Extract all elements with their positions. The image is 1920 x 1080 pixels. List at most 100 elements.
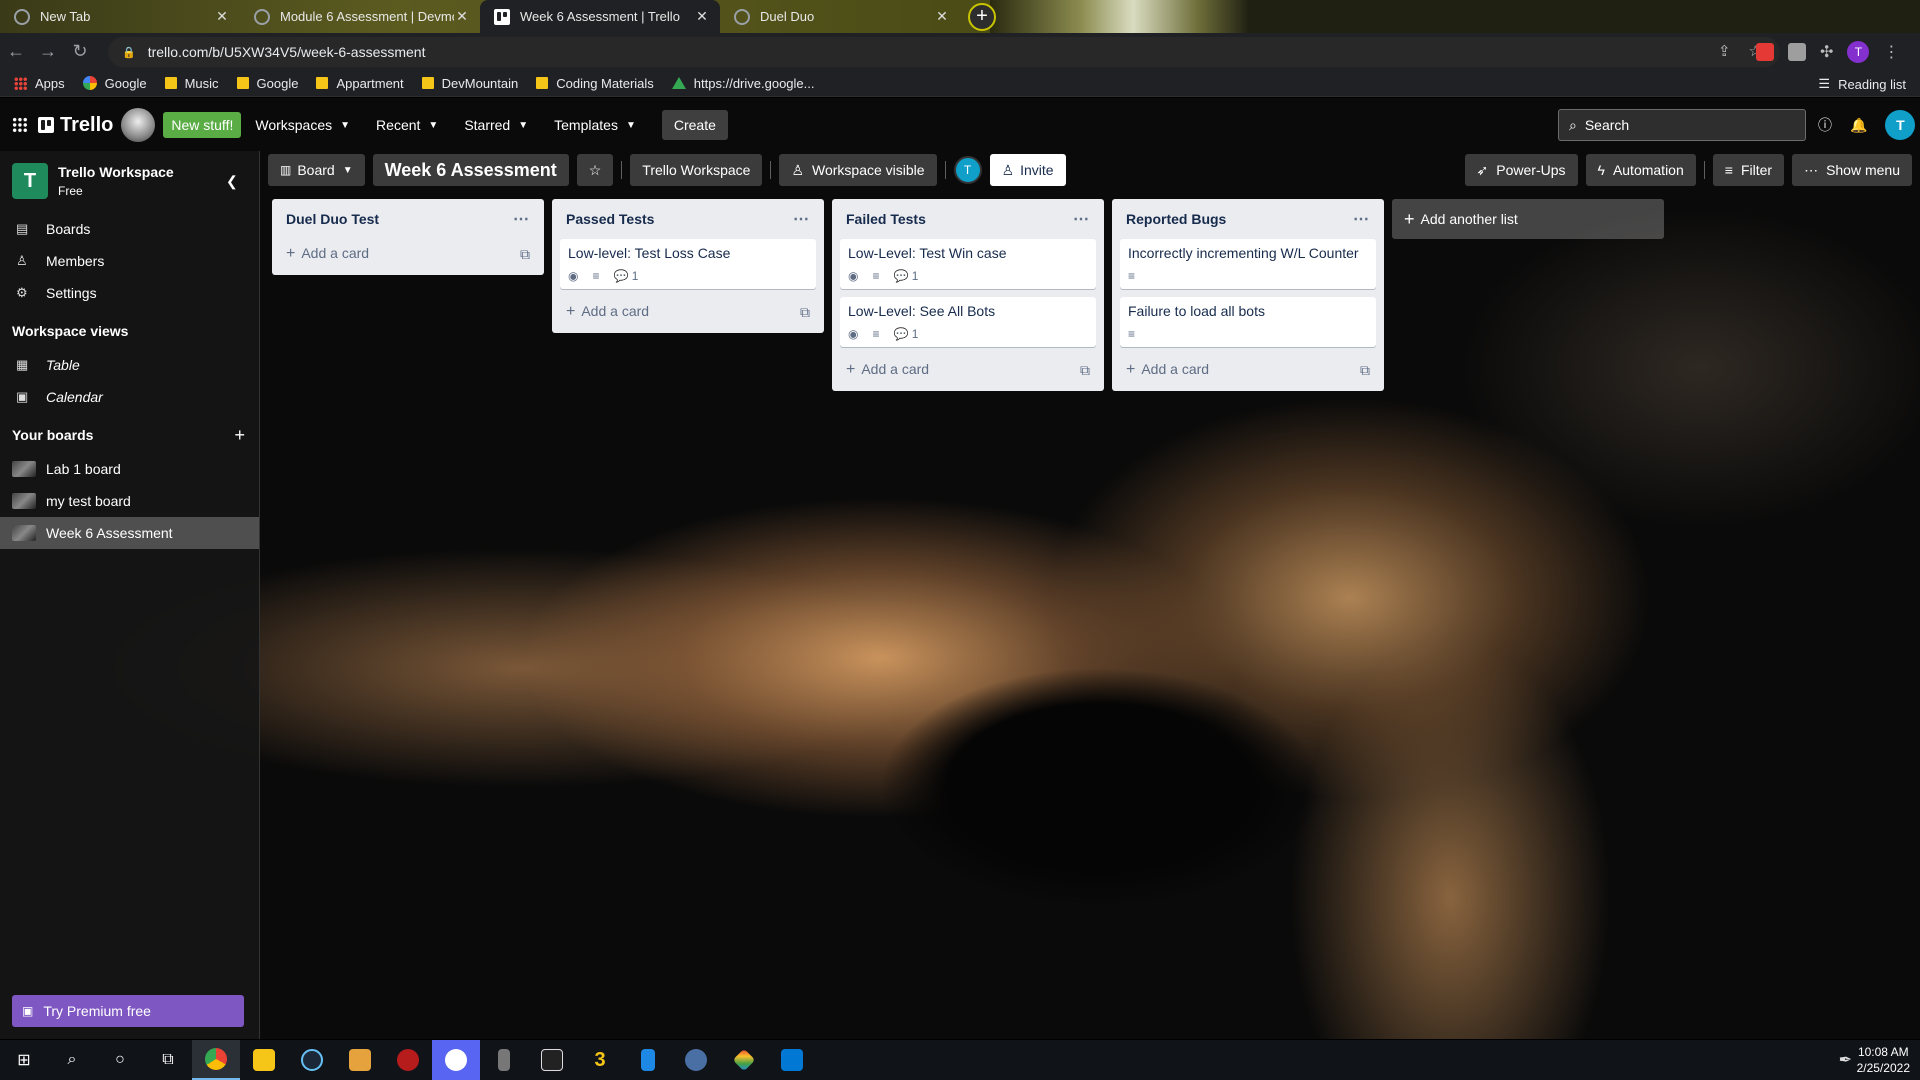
bookmark-drive[interactable]: https://drive.google... [671,76,814,91]
list-title[interactable]: Failed Tests [846,211,926,227]
visibility-button[interactable]: ♙ Workspace visible [779,154,937,186]
sidebar-item-settings[interactable]: ⚙ Settings [0,277,259,309]
epic-games-icon[interactable] [528,1040,576,1080]
document-app-icon[interactable] [624,1040,672,1080]
list-title[interactable]: Reported Bugs [1126,211,1226,227]
browser-tab-trello[interactable]: Week 6 Assessment | Trello ✕ [480,0,720,33]
bell-icon[interactable]: 🔔 [1850,117,1867,134]
recent-menu[interactable]: Recent ▼ [376,117,438,133]
member-avatar[interactable]: T [953,156,982,184]
sidebar-item-calendar[interactable]: ▣ Calendar [0,381,259,413]
user-avatar[interactable]: T [1885,110,1916,140]
share-icon[interactable]: ⇪ [1718,42,1731,60]
bookmark-apps[interactable]: Apps [14,76,65,91]
workspace-header[interactable]: T Trello Workspace Free [0,151,259,211]
lock-icon[interactable]: 🔒 [122,46,136,59]
bookmark-music[interactable]: Music [164,76,219,91]
browser-tab-module-6[interactable]: Module 6 Assessment | Devmou ✕ [240,0,480,33]
discord-icon[interactable] [432,1040,480,1080]
puzzle-icon[interactable]: ✣ [1820,42,1833,62]
card[interactable]: Low-Level: Test Win case ◉ ≡ 💬 1 [840,239,1096,289]
board-workspace-button[interactable]: Trello Workspace [630,154,763,186]
chrome-taskbar-icon[interactable] [192,1040,240,1080]
sidebar-item-table[interactable]: ▦ Table [0,349,259,381]
bookmark-google-folder[interactable]: Google [236,76,298,91]
power-ups-button[interactable]: ➶ Power-Ups [1464,154,1578,186]
list-failed-tests[interactable]: Failed Tests ⋯ Low-Level: Test Win case … [832,199,1104,391]
sidebar-item-boards[interactable]: ▤ Boards [0,213,259,245]
info-icon[interactable]: ⓘ [1818,115,1832,135]
list-title[interactable]: Passed Tests [566,211,654,227]
board-view-switcher[interactable]: ▥ Board ▼ [268,154,365,186]
tab-close-icon[interactable]: ✕ [694,8,710,25]
forward-arrow-icon[interactable]: → [32,41,64,62]
game-app-icon[interactable] [384,1040,432,1080]
card[interactable]: Low-level: Test Loss Case ◉ ≡ 💬 1 [560,239,816,289]
extension-pocket-icon[interactable] [1756,43,1774,61]
cortana-icon[interactable]: ○ [96,1040,144,1080]
tab-close-icon[interactable]: ✕ [934,8,950,25]
reading-list-button[interactable]: ☰ Reading list [1818,76,1906,92]
number-three-app-icon[interactable]: 3 [576,1040,624,1080]
new-tab-button[interactable]: + [968,3,996,31]
steam-icon[interactable] [288,1040,336,1080]
card-template-icon[interactable]: ⧉ [1360,362,1370,379]
add-card-button[interactable]: + Add a card ⧉ [280,239,536,269]
tab-close-icon[interactable]: ✕ [214,8,230,25]
sidebar-board-my-test[interactable]: my test board [0,485,259,517]
search-input[interactable]: ⌕ Search [1558,109,1806,141]
diamond-app-icon[interactable] [720,1040,768,1080]
media-player-icon[interactable] [336,1040,384,1080]
templates-menu[interactable]: Templates ▼ [554,117,636,133]
vscode-icon[interactable] [768,1040,816,1080]
bookmark-coding-materials[interactable]: Coding Materials [536,76,654,91]
list-menu-icon[interactable]: ⋯ [1353,209,1370,229]
card[interactable]: Failure to load all bots ≡ [1120,297,1376,347]
system-clock[interactable]: 10:08 AM 2/25/2022 [1857,1044,1910,1076]
filter-button[interactable]: ≡ Filter [1712,154,1785,186]
sidebar-board-week-6[interactable]: Week 6 Assessment [0,517,259,549]
bookmark-devmountain[interactable]: DevMountain [421,76,518,91]
list-duel-duo-test[interactable]: Duel Duo Test ⋯ + Add a card ⧉ [272,199,544,275]
profile-avatar[interactable]: T [1847,41,1870,63]
sidebar-item-members[interactable]: ♙ Members [0,245,259,277]
star-board-button[interactable]: ☆ [576,154,614,186]
list-header[interactable]: Reported Bugs ⋯ [1120,199,1376,239]
collapse-sidebar-icon[interactable]: ❮ [226,173,238,190]
browser-tab-duel-duo[interactable]: Duel Duo ✕ [720,0,960,33]
card-template-icon[interactable]: ⧉ [1080,362,1090,379]
list-menu-icon[interactable]: ⋯ [793,209,810,229]
board-title[interactable]: Week 6 Assessment [372,154,569,186]
add-another-list-button[interactable]: + Add another list [1392,199,1664,239]
card[interactable]: Low-Level: See All Bots ◉ ≡ 💬 1 [840,297,1096,347]
card-template-icon[interactable]: ⧉ [800,304,810,321]
address-bar[interactable]: 🔒 trello.com/b/U5XW34V5/week-6-assessmen… [108,37,1780,67]
browser-tab-new-tab[interactable]: New Tab ✕ [0,0,240,33]
add-board-icon[interactable]: + [234,425,245,446]
list-menu-icon[interactable]: ⋯ [1073,209,1090,229]
task-view-icon[interactable]: ⧉ [144,1040,192,1080]
create-button[interactable]: Create [661,110,728,140]
url-text[interactable]: trello.com/b/U5XW34V5/week-6-assessment [148,44,426,60]
reload-icon[interactable]: ↻ [64,41,96,62]
list-passed-tests[interactable]: Passed Tests ⋯ Low-level: Test Loss Case… [552,199,824,333]
new-stuff-button[interactable]: New stuff! [163,112,242,138]
file-explorer-icon[interactable] [240,1040,288,1080]
add-card-button[interactable]: + Add a card ⧉ [840,355,1096,385]
card-template-icon[interactable]: ⧉ [520,246,530,263]
automation-button[interactable]: ϟ Automation [1585,154,1696,186]
add-card-button[interactable]: + Add a card ⧉ [560,297,816,327]
extension-icon[interactable] [1788,43,1806,61]
more-vert-icon[interactable]: ⋮ [1883,42,1899,62]
list-menu-icon[interactable]: ⋯ [513,209,530,229]
back-arrow-icon[interactable]: ← [0,41,32,62]
windows-start-icon[interactable]: ⊞ [0,1040,48,1080]
bookmark-google[interactable]: Google [82,76,147,91]
circle-app-icon[interactable] [672,1040,720,1080]
add-card-button[interactable]: + Add a card ⧉ [1120,355,1376,385]
taco-mascot-icon[interactable] [121,108,156,142]
list-header[interactable]: Passed Tests ⋯ [560,199,816,239]
pen-icon[interactable]: ✒ [1839,1050,1852,1070]
try-premium-button[interactable]: ▣ Try Premium free [12,995,244,1027]
list-title[interactable]: Duel Duo Test [286,211,379,227]
